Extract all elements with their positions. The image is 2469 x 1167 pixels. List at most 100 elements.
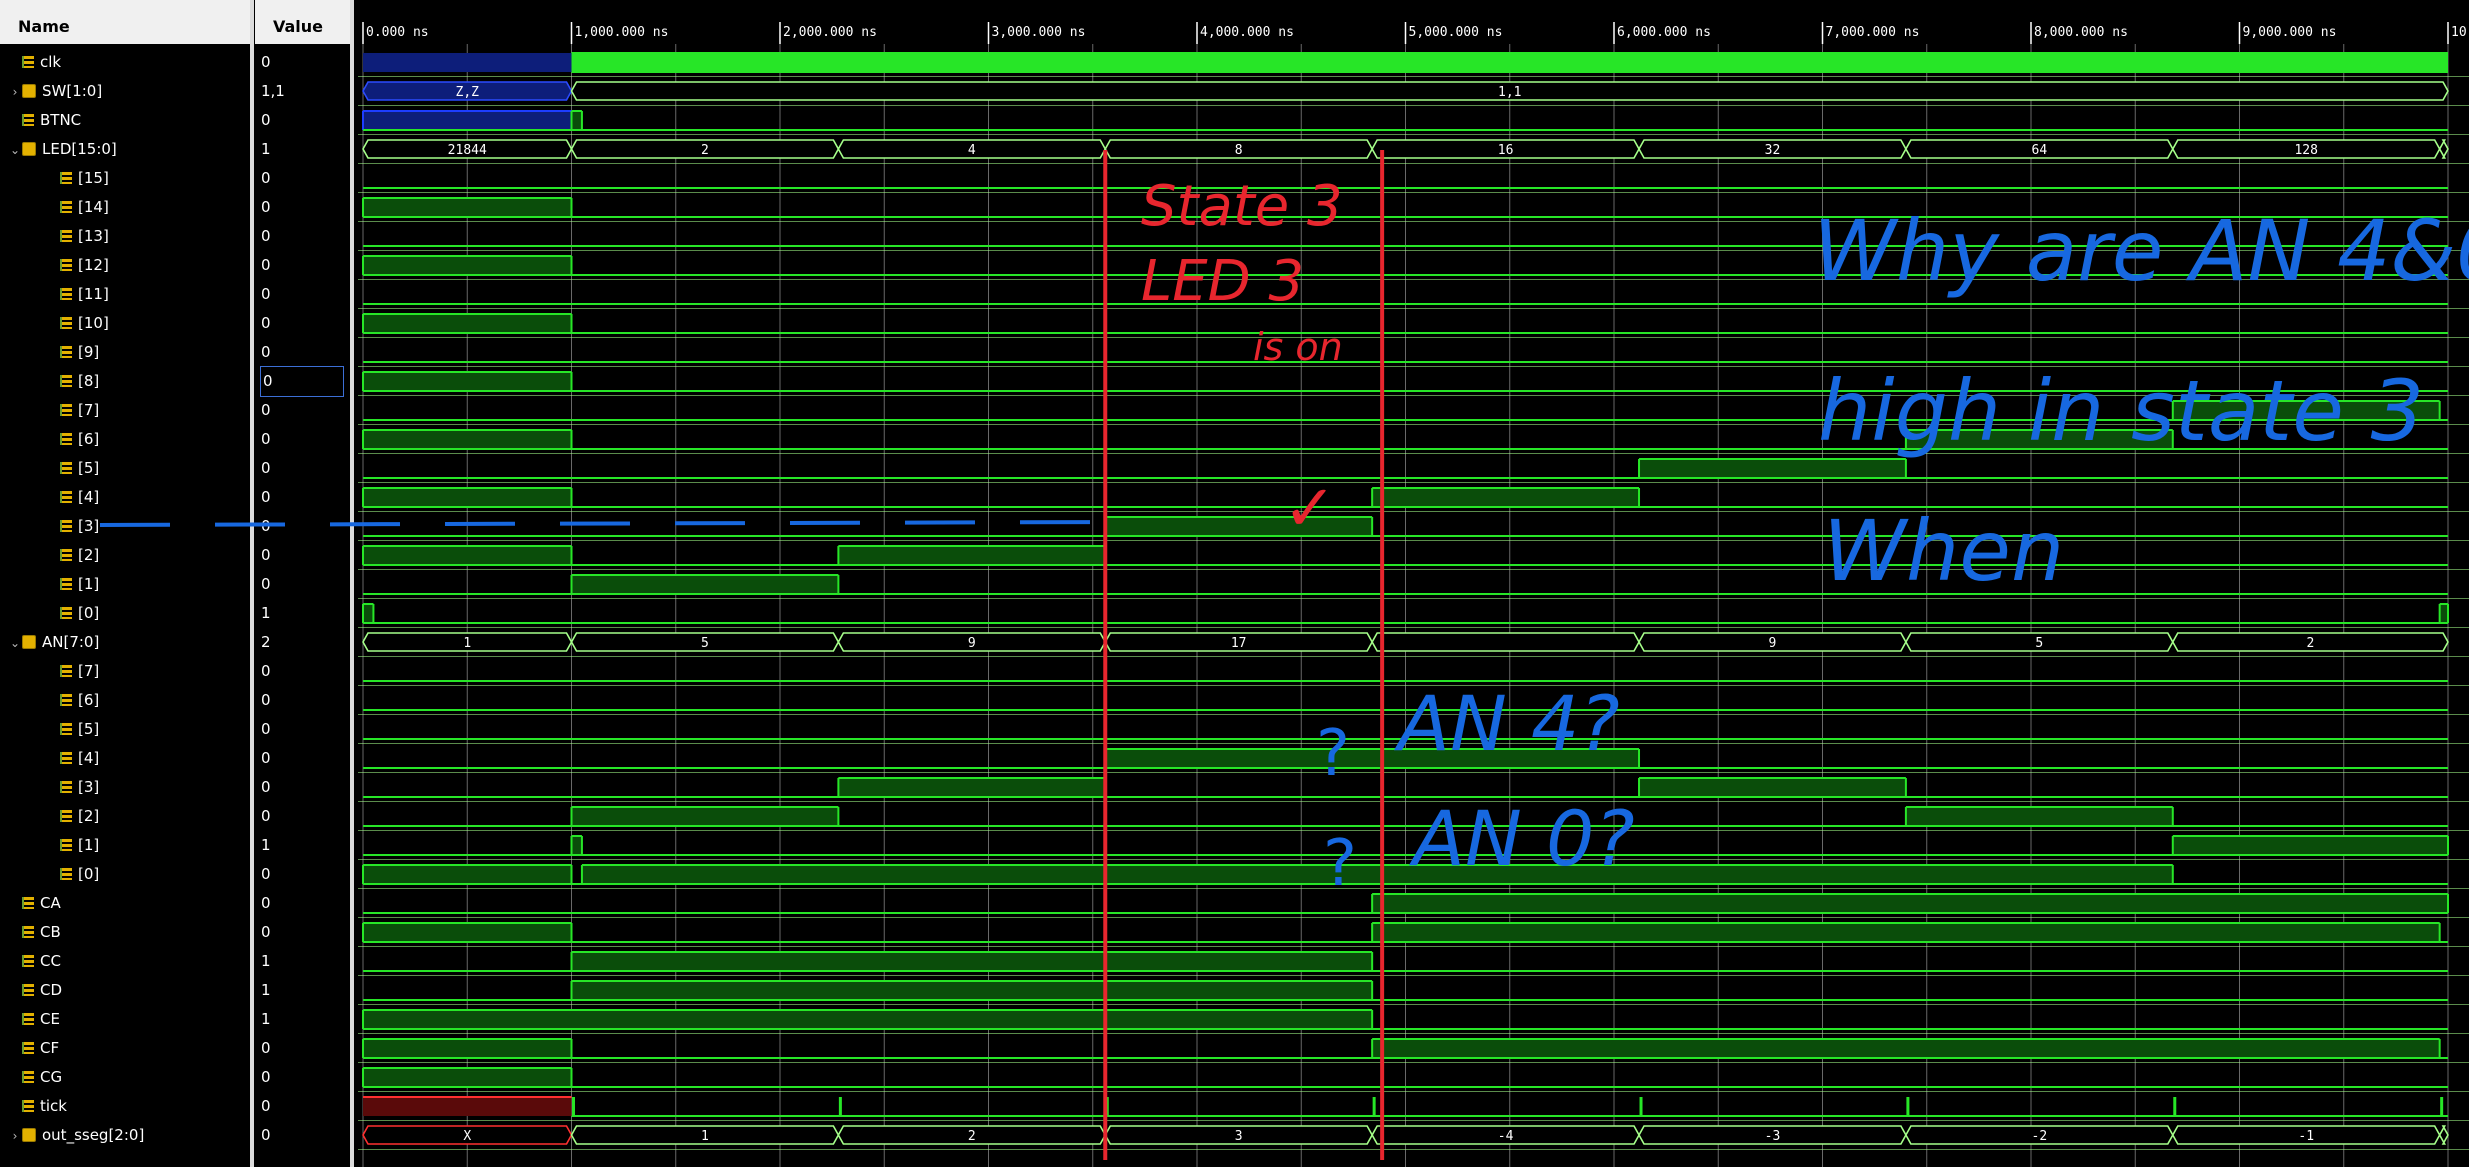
signal-name-row[interactable]: [6]	[0, 425, 99, 454]
signal-name-row[interactable]: CD	[0, 976, 62, 1005]
time-tick-label: 6,000.000 ns	[1617, 25, 1711, 40]
signal-value[interactable]: 0	[261, 860, 271, 889]
signal-icon	[60, 665, 72, 677]
signal-value[interactable]: 0	[261, 657, 271, 686]
value-column-header[interactable]: Value	[255, 0, 350, 44]
signal-name-row[interactable]: [11]	[0, 280, 109, 309]
signal-value[interactable]: 0	[261, 251, 271, 280]
signal-value[interactable]: 1	[261, 831, 271, 860]
signal-value[interactable]: 0	[261, 889, 271, 918]
signal-value[interactable]: 0	[260, 365, 344, 397]
clock-undefined-fill	[363, 53, 572, 72]
expand-chevron-icon[interactable]: ›	[8, 78, 22, 107]
signal-name-row[interactable]: CA	[0, 889, 61, 918]
expand-chevron-icon[interactable]: ›	[8, 1122, 22, 1151]
signal-name-label: [15]	[78, 168, 109, 187]
expand-chevron-icon[interactable]: ⌄	[8, 136, 22, 165]
signal-name-row[interactable]: [6]	[0, 686, 99, 715]
signal-name-row[interactable]: CC	[0, 947, 61, 976]
signal-name-row[interactable]: [3]	[0, 773, 99, 802]
signal-value[interactable]: 0	[261, 48, 271, 77]
expand-chevron-icon[interactable]: ⌄	[8, 629, 22, 658]
signal-value[interactable]: 0	[261, 1063, 271, 1092]
signal-value[interactable]: 0	[261, 1121, 271, 1150]
signal-name-row[interactable]: CE	[0, 1005, 60, 1034]
signal-value[interactable]: 0	[261, 1092, 271, 1121]
bus-value-label: 21844	[448, 143, 487, 158]
signal-name-row[interactable]: › out_sseg[2:0]	[0, 1121, 145, 1151]
signal-value[interactable]: 0	[261, 425, 271, 454]
signal-name-row[interactable]: › SW[1:0]	[0, 77, 103, 107]
signal-value[interactable]: 0	[261, 164, 271, 193]
signal-name-row[interactable]: CB	[0, 918, 61, 947]
signal-name-row[interactable]: [12]	[0, 251, 109, 280]
signal-name-row[interactable]: [5]	[0, 454, 99, 483]
signal-name-label: CD	[40, 980, 63, 999]
waveform-canvas[interactable]: 0.000 ns 1,000.000 ns 2,000.000 ns 3,000.00…	[358, 0, 2469, 1167]
signal-name-row[interactable]: [3]	[0, 512, 99, 541]
signal-name-row[interactable]: CF	[0, 1034, 59, 1063]
signal-value[interactable]: 1,1	[261, 77, 285, 106]
signal-icon	[60, 462, 72, 474]
signal-name-row[interactable]: CG	[0, 1063, 62, 1092]
signal-value[interactable]: 0	[261, 280, 271, 309]
signal-name-row[interactable]: ⌄ AN[7:0]	[0, 628, 99, 657]
signal-value[interactable]: 1	[261, 1005, 271, 1034]
signal-name-row[interactable]: [2]	[0, 802, 99, 831]
signal-name-row[interactable]: [9]	[0, 338, 99, 367]
signal-name-row[interactable]: ⌄ LED[15:0]	[0, 135, 117, 164]
signal-value[interactable]: 0	[261, 541, 271, 570]
signal-value[interactable]: 0	[261, 106, 271, 135]
signal-value[interactable]: 0	[261, 802, 271, 831]
signal-value[interactable]: 0	[261, 193, 271, 222]
signal-name-row[interactable]: [15]	[0, 164, 109, 193]
signal-value[interactable]: 1	[261, 135, 271, 164]
signal-name-row[interactable]: [8]	[0, 367, 99, 396]
signal-value[interactable]: 0	[261, 1034, 271, 1063]
name-column-header[interactable]: Name	[0, 0, 250, 44]
signal-name-row[interactable]: [7]	[0, 657, 99, 686]
signal-name-row[interactable]: [1]	[0, 570, 99, 599]
signal-name-row[interactable]: [5]	[0, 715, 99, 744]
signal-name-row[interactable]: [0]	[0, 599, 99, 628]
signal-value[interactable]: 1	[261, 976, 271, 1005]
signal-value[interactable]: 0	[261, 570, 271, 599]
signal-value[interactable]: 0	[261, 454, 271, 483]
signal-name-row[interactable]: [2]	[0, 541, 99, 570]
signal-name-row[interactable]: [14]	[0, 193, 109, 222]
signal-name-row[interactable]: [4]	[0, 483, 99, 512]
signal-value[interactable]: 2	[261, 628, 271, 657]
signal-value[interactable]: 0	[261, 773, 271, 802]
signal-value[interactable]: 0	[261, 396, 271, 425]
signal-name-row[interactable]: [10]	[0, 309, 109, 338]
signal-name-row[interactable]: BTNC	[0, 106, 81, 135]
time-tick-label: 1,000.000 ns	[575, 25, 669, 40]
signal-name-row[interactable]: [1]	[0, 831, 99, 860]
column-divider[interactable]	[250, 0, 254, 1167]
signal-name-label: SW[1:0]	[42, 81, 103, 100]
signal-name-label: [10]	[78, 313, 109, 332]
signal-name-row[interactable]: [4]	[0, 744, 99, 773]
signal-name-row[interactable]: clk	[0, 48, 61, 77]
signal-name-row[interactable]: [13]	[0, 222, 109, 251]
signal-value[interactable]: 0	[261, 512, 271, 541]
signal-name-row[interactable]: [0]	[0, 860, 99, 889]
signal-value[interactable]: 0	[261, 686, 271, 715]
signal-value[interactable]: 1	[261, 947, 271, 976]
waveform-area[interactable]: 0.000 ns 1,000.000 ns 2,000.000 ns 3,000.00…	[358, 0, 2469, 1167]
high-level-fill	[363, 546, 572, 565]
time-tick-label: 3,000.000 ns	[992, 25, 1086, 40]
signal-value[interactable]: 0	[261, 338, 271, 367]
signal-value[interactable]: 0	[261, 744, 271, 773]
signal-value[interactable]: 1	[261, 599, 271, 628]
signal-value[interactable]: 0	[261, 715, 271, 744]
signal-name-row[interactable]: [7]	[0, 396, 99, 425]
waveform-divider[interactable]	[350, 0, 354, 1167]
signal-value[interactable]: 0	[261, 483, 271, 512]
high-level-fill	[2439, 604, 2448, 623]
signal-name-row[interactable]: tick	[0, 1092, 67, 1121]
signal-value[interactable]: 0	[261, 918, 271, 947]
time-tick-label: 7,000.000 ns	[1826, 25, 1920, 40]
signal-value[interactable]: 0	[261, 222, 271, 251]
signal-value[interactable]: 0	[261, 309, 271, 338]
